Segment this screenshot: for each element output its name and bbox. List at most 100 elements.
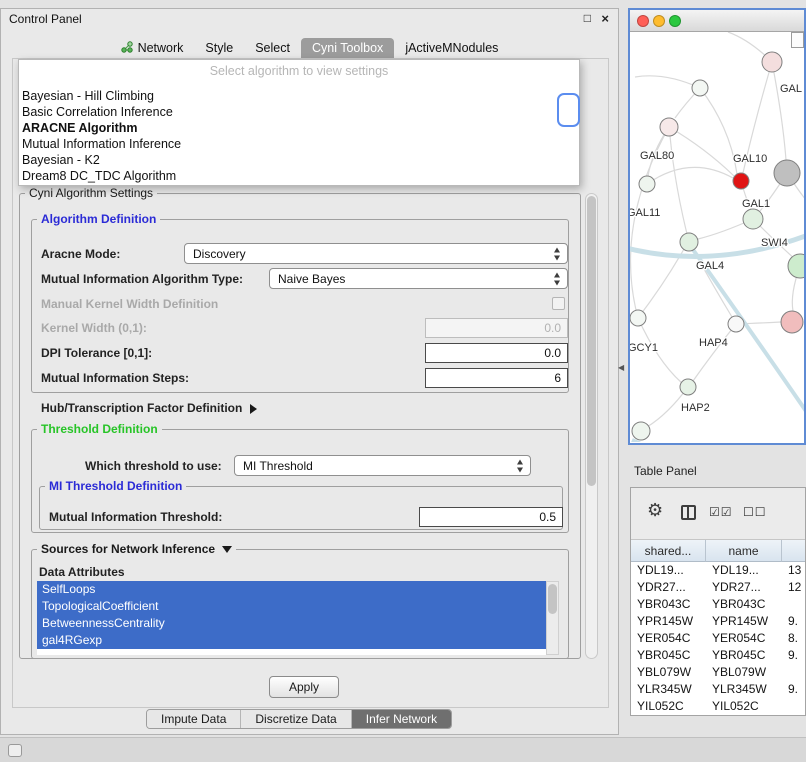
table-row[interactable]: YDR27...YDR27...12 <box>631 579 805 596</box>
which-threshold-select[interactable]: MI Threshold <box>234 455 531 476</box>
node-label: GAL4 <box>696 260 724 272</box>
table-row[interactable]: YER054CYER054C8. <box>631 630 805 647</box>
network-edge[interactable] <box>772 62 786 160</box>
data-attribute-item[interactable]: BetweennessCentrality <box>37 615 546 632</box>
data-attribute-item[interactable]: TopologicalCoefficient <box>37 598 546 615</box>
network-node[interactable] <box>639 176 655 192</box>
table-cell <box>782 664 805 681</box>
network-canvas[interactable]: GALGAL80GAL10GAL11GAL1SWI4GAL4GCY1HAP4HA… <box>630 32 804 443</box>
tab-impute-data[interactable]: Impute Data <box>147 710 240 729</box>
combo-arrows-icon <box>554 272 561 285</box>
network-edge[interactable] <box>635 76 700 88</box>
data-attributes-label: Data Attributes <box>39 565 125 579</box>
tab-style[interactable]: Style <box>194 38 244 58</box>
network-window-titlebar[interactable] <box>630 10 804 32</box>
zoom-traffic-light[interactable] <box>669 15 681 27</box>
table-cell: 9. <box>782 681 805 698</box>
network-edge[interactable] <box>638 249 684 318</box>
data-attribute-item[interactable]: SelfLoops <box>37 581 546 598</box>
float-window-button[interactable]: □ <box>584 11 591 25</box>
network-node[interactable] <box>743 209 763 229</box>
data-attributes-list[interactable]: SelfLoopsTopologicalCoefficientBetweenne… <box>37 581 559 655</box>
network-node[interactable] <box>788 254 804 278</box>
network-node[interactable] <box>630 310 646 326</box>
selected-value: Discovery <box>193 247 246 261</box>
tab-network[interactable]: Network <box>110 38 195 58</box>
table-cell: YPR145W <box>706 613 782 630</box>
group-title: Threshold Definition <box>37 422 162 436</box>
network-node[interactable] <box>762 52 782 72</box>
network-node[interactable] <box>774 160 800 186</box>
kernel-width-label: Kernel Width (0,1): <box>41 321 147 335</box>
tab-select[interactable]: Select <box>244 38 301 58</box>
table-column-header[interactable]: shared... <box>631 540 706 562</box>
close-window-button[interactable]: × <box>601 11 609 26</box>
scrollbar-thumb[interactable] <box>587 196 596 486</box>
tab-cyni-toolbox[interactable]: Cyni Toolbox <box>301 38 394 58</box>
network-node[interactable] <box>660 118 678 136</box>
table-column-header[interactable] <box>782 540 806 562</box>
network-node[interactable] <box>692 80 708 96</box>
network-edge[interactable] <box>693 324 736 381</box>
column-visibility-icon[interactable] <box>681 505 696 520</box>
algorithm-option[interactable]: Bayesian - K2 <box>19 152 579 168</box>
dpi-tolerance-field[interactable]: 0.0 <box>425 343 568 363</box>
scrollbar-thumb[interactable] <box>548 584 557 614</box>
panel-divider-arrow[interactable]: ◀ <box>618 363 624 372</box>
bottom-tab-bar: Impute Data Discretize Data Infer Networ… <box>146 709 452 729</box>
table-row[interactable]: YIL052CYIL052C <box>631 698 805 715</box>
attributes-scrollbar[interactable] <box>546 581 559 655</box>
table-row[interactable]: YLR345WYLR345W9. <box>631 681 805 698</box>
network-edge[interactable] <box>700 88 737 174</box>
minimize-traffic-light[interactable] <box>653 15 665 27</box>
select-all-icon[interactable]: ☑☑ <box>709 505 733 519</box>
data-attribute-item[interactable]: gal4RGexp <box>37 632 546 649</box>
table-row[interactable]: YDL19...YDL19...13 <box>631 562 805 579</box>
network-edge[interactable] <box>632 440 735 442</box>
table-column-header[interactable]: name <box>706 540 782 562</box>
sources-group-toggle[interactable]: Sources for Network Inference <box>37 542 236 556</box>
collapsed-panel-icon[interactable] <box>8 744 22 757</box>
tab-label: Network <box>138 41 184 55</box>
network-node[interactable] <box>632 422 650 440</box>
algorithm-option[interactable]: ARACNE Algorithm <box>19 120 579 136</box>
table-row[interactable]: YBL079WYBL079W <box>631 664 805 681</box>
table-cell: 12 <box>782 579 805 596</box>
network-edge[interactable] <box>647 167 733 184</box>
close-traffic-light[interactable] <box>637 15 649 27</box>
manual-kernel-checkbox[interactable] <box>552 297 565 310</box>
table-row[interactable]: YBR043CYBR043C <box>631 596 805 613</box>
tab-label: Select <box>255 41 290 55</box>
algorithm-option[interactable]: Basic Correlation Inference <box>19 104 579 120</box>
tab-label: Style <box>205 41 233 55</box>
algorithm-option[interactable]: Bayesian - Hill Climbing <box>19 88 579 104</box>
apply-button[interactable]: Apply <box>269 676 339 698</box>
algorithm-option[interactable]: Mutual Information Inference <box>19 136 579 152</box>
manual-kernel-label: Manual Kernel Width Definition <box>41 297 218 311</box>
table-row[interactable]: YBR045CYBR045C9. <box>631 647 805 664</box>
tab-infer-network[interactable]: Infer Network <box>351 710 451 729</box>
table-settings-gear-icon[interactable]: ⚙ <box>647 501 663 519</box>
mi-type-select[interactable]: Naive Bayes <box>269 268 568 289</box>
tab-jactivemnodules[interactable]: jActiveMNodules <box>394 38 509 58</box>
network-node[interactable] <box>680 233 698 251</box>
combo-arrows-icon <box>517 459 524 472</box>
mi-steps-field[interactable]: 6 <box>425 368 568 388</box>
settings-scrollbar[interactable] <box>585 193 598 659</box>
table-cell: YBR045C <box>631 647 706 664</box>
table-cell: YPR145W <box>631 613 706 630</box>
network-node[interactable] <box>781 311 803 333</box>
mi-threshold-field[interactable]: 0.5 <box>419 507 563 527</box>
table-cell: YBR043C <box>631 596 706 613</box>
node-label: HAP2 <box>681 402 710 414</box>
network-node[interactable] <box>728 316 744 332</box>
hub-section-toggle[interactable]: Hub/Transcription Factor Definition <box>41 401 257 415</box>
table-row[interactable]: YPR145WYPR145W9. <box>631 613 805 630</box>
tab-discretize-data[interactable]: Discretize Data <box>240 710 350 729</box>
algorithm-option[interactable]: Dream8 DC_TDC Algorithm <box>19 168 579 184</box>
network-node[interactable] <box>680 379 696 395</box>
kernel-width-field[interactable]: 0.0 <box>425 318 568 338</box>
network-node[interactable] <box>733 173 749 189</box>
deselect-all-icon[interactable]: ☐☐ <box>743 505 767 519</box>
aracne-mode-select[interactable]: Discovery <box>184 243 568 264</box>
